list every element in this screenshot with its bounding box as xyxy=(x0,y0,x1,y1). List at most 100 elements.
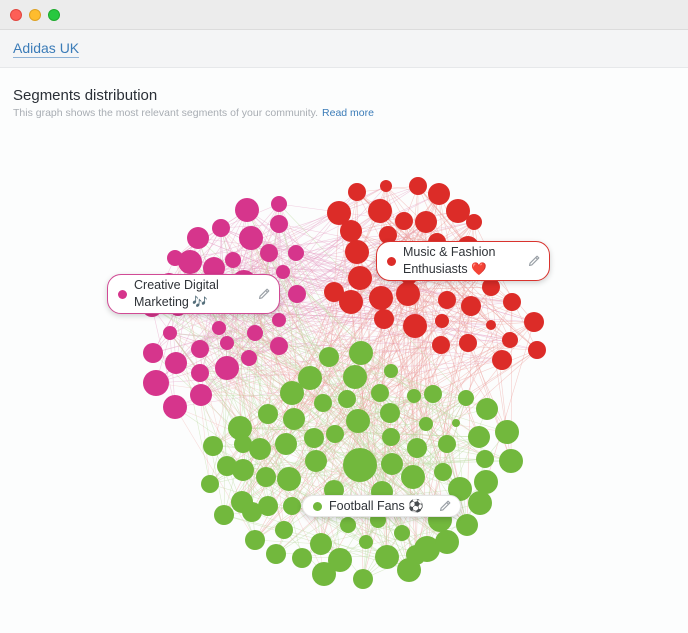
graph-node-football[interactable] xyxy=(277,467,301,491)
graph-node-football[interactable] xyxy=(283,497,301,515)
graph-node-music[interactable] xyxy=(528,341,546,359)
graph-node-creative[interactable] xyxy=(220,336,234,350)
graph-node-music[interactable] xyxy=(503,293,521,311)
graph-node-music[interactable] xyxy=(345,240,369,264)
graph-node-football[interactable] xyxy=(476,398,498,420)
graph-node-football[interactable] xyxy=(304,428,324,448)
graph-node-football[interactable] xyxy=(456,514,478,536)
graph-node-football[interactable] xyxy=(266,544,286,564)
graph-node-football[interactable] xyxy=(242,502,262,522)
graph-node-football[interactable] xyxy=(438,435,456,453)
graph-node-music[interactable] xyxy=(524,312,544,332)
graph-node-football[interactable] xyxy=(419,417,433,431)
graph-node-music[interactable] xyxy=(339,290,363,314)
graph-node-football[interactable] xyxy=(474,470,498,494)
graph-node-creative[interactable] xyxy=(212,321,226,335)
graph-node-music[interactable] xyxy=(395,212,413,230)
segment-label-creative-digital-marketing[interactable]: Creative Digital Marketing 🎶 xyxy=(107,274,280,314)
graph-node-music[interactable] xyxy=(502,332,518,348)
graph-node-football[interactable] xyxy=(203,436,223,456)
graph-node-football[interactable] xyxy=(258,404,278,424)
graph-node-football[interactable] xyxy=(305,450,327,472)
graph-node-music[interactable] xyxy=(432,336,450,354)
graph-node-music[interactable] xyxy=(435,314,449,328)
graph-node-music[interactable] xyxy=(396,282,420,306)
graph-node-creative[interactable] xyxy=(241,350,257,366)
graph-node-football[interactable] xyxy=(371,384,389,402)
graph-node-music[interactable] xyxy=(368,199,392,223)
graph-node-creative[interactable] xyxy=(270,337,288,355)
graph-node-music[interactable] xyxy=(438,291,456,309)
graph-node-football[interactable] xyxy=(435,530,459,554)
graph-node-creative[interactable] xyxy=(190,384,212,406)
graph-node-football[interactable] xyxy=(468,491,492,515)
graph-node-creative[interactable] xyxy=(178,250,202,274)
graph-node-creative[interactable] xyxy=(247,325,263,341)
graph-node-football[interactable] xyxy=(353,569,373,589)
graph-node-football[interactable] xyxy=(424,385,442,403)
graph-node-creative[interactable] xyxy=(288,285,306,303)
graph-node-football[interactable] xyxy=(458,390,474,406)
graph-node-creative[interactable] xyxy=(215,356,239,380)
graph-node-creative[interactable] xyxy=(235,198,259,222)
graph-node-music[interactable] xyxy=(403,314,427,338)
graph-node-creative[interactable] xyxy=(272,313,286,327)
graph-node-creative[interactable] xyxy=(260,244,278,262)
graph-node-football[interactable] xyxy=(381,453,403,475)
graph-node-football[interactable] xyxy=(401,465,425,489)
graph-node-football[interactable] xyxy=(495,420,519,444)
graph-node-football[interactable] xyxy=(499,449,523,473)
graph-node-creative[interactable] xyxy=(225,252,241,268)
graph-node-football[interactable] xyxy=(384,364,398,378)
graph-node-football[interactable] xyxy=(310,533,332,555)
graph-node-football[interactable] xyxy=(232,459,254,481)
graph-node-music[interactable] xyxy=(409,177,427,195)
graph-node-music[interactable] xyxy=(380,180,392,192)
graph-node-creative[interactable] xyxy=(288,245,304,261)
graph-node-creative[interactable] xyxy=(143,343,163,363)
graph-node-football[interactable] xyxy=(275,521,293,539)
graph-node-football[interactable] xyxy=(326,425,344,443)
graph-node-football[interactable] xyxy=(256,467,276,487)
graph-node-music[interactable] xyxy=(340,220,362,242)
graph-node-football[interactable] xyxy=(314,394,332,412)
graph-node-football[interactable] xyxy=(292,548,312,568)
graph-node-football[interactable] xyxy=(349,341,373,365)
graph-node-football[interactable] xyxy=(275,433,297,455)
graph-node-football[interactable] xyxy=(375,545,399,569)
graph-node-football[interactable] xyxy=(312,562,336,586)
graph-node-football[interactable] xyxy=(468,426,490,448)
graph-node-music[interactable] xyxy=(415,211,437,233)
graph-node-football[interactable] xyxy=(201,475,219,493)
graph-node-music[interactable] xyxy=(348,266,372,290)
graph-node-football[interactable] xyxy=(214,505,234,525)
graph-node-music[interactable] xyxy=(461,296,481,316)
pencil-icon[interactable] xyxy=(527,254,541,268)
graph-node-football[interactable] xyxy=(407,389,421,403)
pencil-icon[interactable] xyxy=(438,499,452,513)
graph-node-football[interactable] xyxy=(280,381,304,405)
graph-node-football[interactable] xyxy=(338,390,356,408)
graph-node-creative[interactable] xyxy=(165,352,187,374)
graph-node-football[interactable] xyxy=(382,428,400,446)
graph-node-creative[interactable] xyxy=(191,340,209,358)
graph-node-music[interactable] xyxy=(459,334,477,352)
graph-node-music[interactable] xyxy=(486,320,496,330)
graph-node-music[interactable] xyxy=(466,214,482,230)
graph-node-football[interactable] xyxy=(452,419,460,427)
graph-node-football[interactable] xyxy=(394,525,410,541)
graph-node-football[interactable] xyxy=(319,347,339,367)
graph-node-creative[interactable] xyxy=(212,219,230,237)
graph-node-creative[interactable] xyxy=(143,370,169,396)
graph-node-music[interactable] xyxy=(428,183,450,205)
graph-node-creative[interactable] xyxy=(187,227,209,249)
graph-node-football[interactable] xyxy=(359,535,373,549)
graph-node-football[interactable] xyxy=(397,558,421,582)
pencil-icon[interactable] xyxy=(257,287,271,301)
graph-node-creative[interactable] xyxy=(163,395,187,419)
graph-node-creative[interactable] xyxy=(276,265,290,279)
graph-node-creative[interactable] xyxy=(239,226,263,250)
graph-node-music[interactable] xyxy=(492,350,512,370)
segment-label-music-fashion-enthusiasts[interactable]: Music & Fashion Enthusiasts ❤️ xyxy=(376,241,550,281)
graph-node-music[interactable] xyxy=(348,183,366,201)
